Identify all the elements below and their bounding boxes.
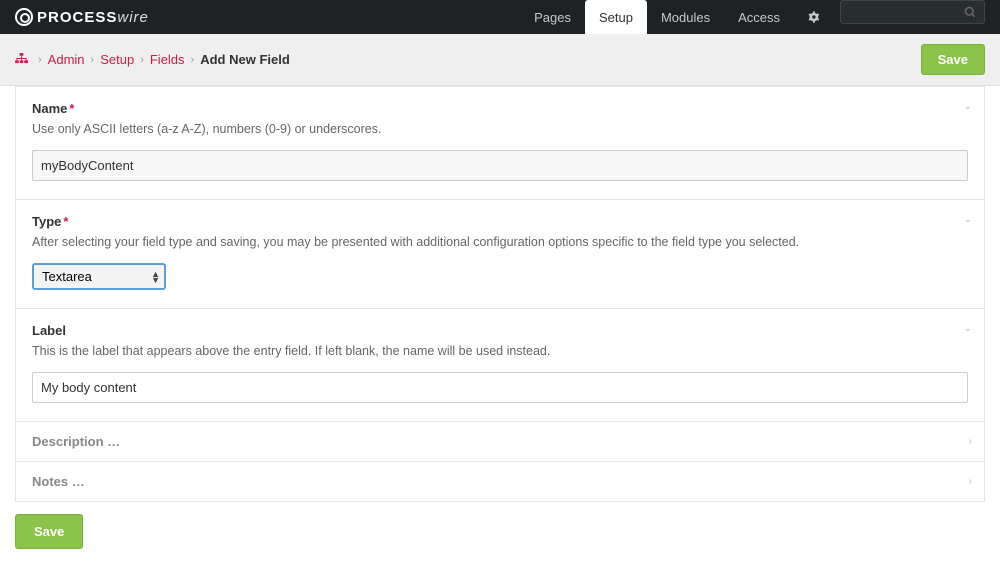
nav-modules[interactable]: Modules (647, 0, 724, 34)
expand-caret-icon: › (969, 476, 972, 487)
field-label-description: Description … (32, 434, 968, 449)
panel-label: Label This is the label that appears abo… (15, 309, 985, 422)
crumb-sep: › (38, 54, 42, 66)
wrench-icon[interactable] (794, 0, 832, 34)
collapse-caret-icon[interactable]: ⌄ (964, 101, 972, 112)
breadcrumb-bar: › Admin › Setup › Fields › Add New Field… (0, 34, 1000, 86)
collapse-caret-icon[interactable]: ⌄ (964, 214, 972, 225)
name-input[interactable] (32, 150, 968, 181)
logo-icon (15, 8, 33, 26)
crumb-setup[interactable]: Setup (100, 52, 134, 67)
form-content: Name* Use only ASCII letters (a-z A-Z), … (0, 86, 1000, 564)
field-label-notes: Notes … (32, 474, 968, 489)
nav-setup[interactable]: Setup (585, 0, 647, 34)
topbar: PROCESSwire Pages Setup Modules Access (0, 0, 1000, 34)
field-label-label: Label (32, 323, 968, 338)
logo-text-bold: PROCESS (37, 9, 117, 26)
crumb-current: Add New Field (200, 52, 290, 67)
type-select[interactable]: Textarea (34, 265, 164, 288)
expand-caret-icon: › (969, 436, 972, 447)
crumb-sep: › (191, 54, 195, 66)
nav-pages[interactable]: Pages (520, 0, 585, 34)
logo-text-light: wire (117, 9, 149, 26)
crumb-fields[interactable]: Fields (150, 52, 185, 67)
field-label-type: Type* (32, 214, 968, 229)
panel-name: Name* Use only ASCII letters (a-z A-Z), … (15, 86, 985, 200)
field-label-name: Name* (32, 101, 968, 116)
search-input[interactable] (840, 0, 985, 24)
collapse-caret-icon[interactable]: ⌄ (964, 323, 972, 334)
crumb-sep: › (91, 54, 95, 66)
field-desc-name: Use only ASCII letters (a-z A-Z), number… (32, 122, 968, 136)
panel-notes[interactable]: Notes … › (15, 462, 985, 502)
panel-type: Type* After selecting your field type an… (15, 200, 985, 309)
panel-description[interactable]: Description … › (15, 422, 985, 462)
field-desc-label: This is the label that appears above the… (32, 344, 968, 358)
footer-actions: Save (15, 514, 985, 549)
field-desc-type: After selecting your field type and savi… (32, 235, 968, 249)
save-button-top[interactable]: Save (921, 44, 985, 75)
nav-access[interactable]: Access (724, 0, 794, 34)
required-star: * (69, 101, 74, 116)
type-select-wrap: Textarea ▲▼ (32, 263, 166, 290)
crumb-sep: › (140, 54, 144, 66)
search-icon (964, 6, 976, 18)
main-nav: Pages Setup Modules Access (520, 0, 985, 34)
save-button-bottom[interactable]: Save (15, 514, 83, 549)
label-input[interactable] (32, 372, 968, 403)
required-star: * (63, 214, 68, 229)
crumb-admin[interactable]: Admin (48, 52, 85, 67)
logo[interactable]: PROCESSwire (15, 8, 149, 26)
sitemap-icon[interactable] (15, 52, 28, 67)
